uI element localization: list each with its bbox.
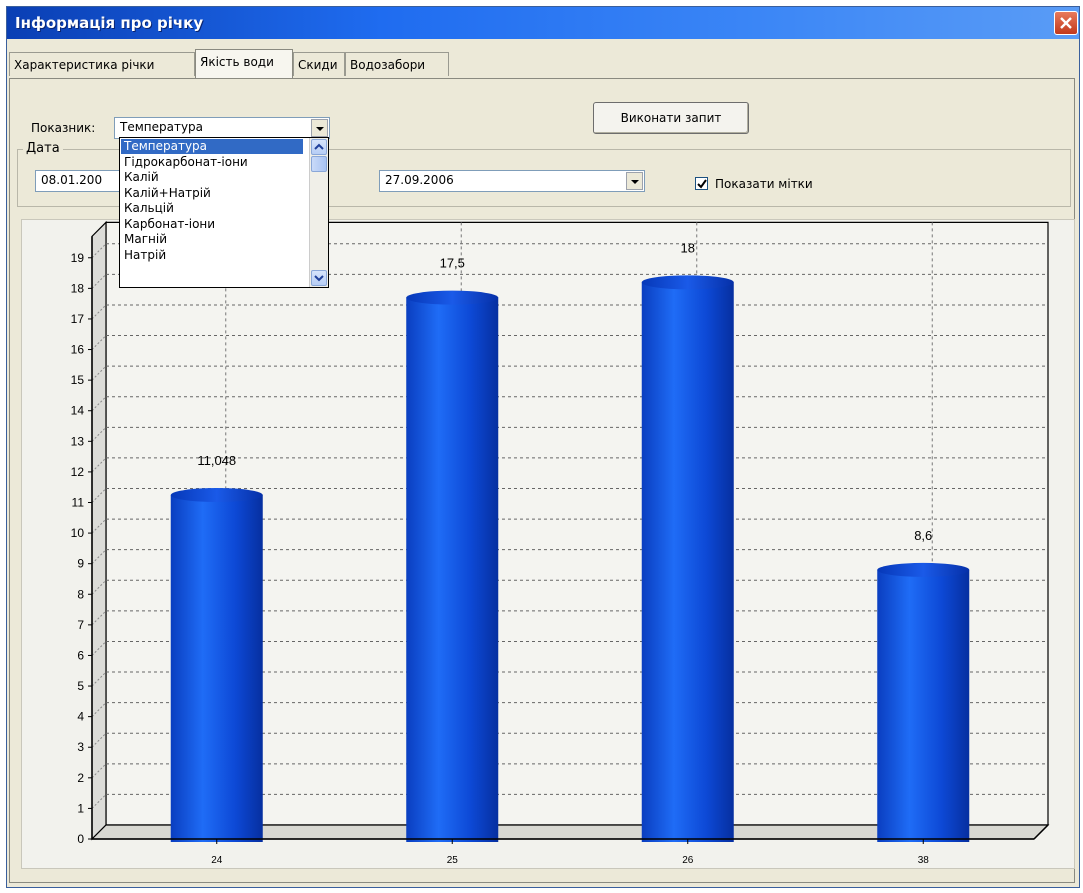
y-tick-label: 14 — [71, 404, 85, 418]
tab-river-characteristics[interactable]: Характеристика річки — [9, 52, 195, 76]
chevron-up-icon — [314, 143, 324, 150]
date-from-value: 08.01.200 — [41, 173, 103, 187]
data-label: 17,5 — [440, 256, 465, 271]
dropdown-option[interactable]: Гідрокарбонат-іони — [121, 155, 303, 170]
x-tick-label: 24 — [211, 855, 223, 866]
dropdown-option[interactable]: Магній — [121, 232, 303, 247]
date-from-picker[interactable]: 08.01.200 — [35, 170, 127, 192]
close-button[interactable] — [1054, 11, 1078, 35]
y-tick-label: 17 — [71, 312, 85, 326]
dropdown-scrollbar[interactable] — [309, 138, 328, 287]
chevron-down-icon — [314, 275, 324, 282]
bar-chart: 01234567891011121314151617181911,0482417… — [71, 220, 1050, 866]
tab-discharges[interactable]: Скиди — [293, 52, 345, 76]
show-labels-checkbox[interactable] — [695, 177, 708, 190]
indicator-label: Показник: — [31, 121, 96, 135]
show-labels-label[interactable]: Показати мітки — [715, 177, 813, 191]
y-tick-label: 6 — [77, 648, 84, 662]
y-tick-label: 3 — [77, 740, 84, 754]
chart-area: 0 1 2 3 4 5 6 7 8 9 10 11 12 13 14 15 16 17 18 19 11,048 24 17… — [21, 219, 1075, 869]
y-tick-label: 11 — [72, 495, 85, 509]
indicator-dropdown-list[interactable]: Температура Гідрокарбонат-іони Калій Калій+… — [119, 137, 329, 288]
tab-water-quality[interactable]: Якість води — [195, 49, 293, 78]
y-tick-label: 5 — [77, 679, 84, 693]
data-label: 11,048 — [197, 453, 236, 468]
tab-water-intakes[interactable]: Водозабори — [345, 52, 449, 76]
y-tick-label: 4 — [77, 710, 84, 724]
indicator-select-value: Температура — [120, 120, 204, 134]
bar[interactable] — [406, 297, 499, 842]
y-tick-label: 12 — [71, 465, 85, 479]
dropdown-option[interactable]: Калій+Натрій — [121, 186, 303, 201]
scroll-up-button[interactable] — [311, 139, 327, 155]
bar[interactable] — [877, 569, 970, 842]
date-to-value: 27.09.2006 — [385, 173, 454, 187]
dropdown-option[interactable]: Натрій — [121, 248, 303, 263]
bar[interactable] — [170, 495, 263, 842]
date-group-title: Дата — [23, 141, 63, 156]
bar-cap — [406, 290, 499, 305]
y-tick-label: 9 — [77, 557, 84, 571]
river-info-window: Інформація про річку Характеристика річк… — [6, 6, 1080, 888]
bar-cap — [877, 562, 970, 577]
bar-cap — [170, 488, 263, 503]
chevron-down-icon[interactable] — [626, 172, 643, 190]
data-label: 8,6 — [914, 528, 932, 543]
y-tick-label: 2 — [77, 771, 84, 785]
data-label: 18 — [681, 240, 695, 255]
y-tick-label: 7 — [77, 618, 84, 632]
execute-query-button[interactable]: Виконати запит — [593, 102, 749, 134]
bar[interactable] — [641, 282, 734, 843]
y-tick-label: 10 — [71, 526, 85, 540]
y-tick-label: 13 — [71, 434, 85, 448]
dropdown-option[interactable]: Температура — [121, 139, 303, 154]
checkmark-icon — [697, 179, 707, 189]
dropdown-option[interactable]: Калій — [121, 170, 303, 185]
scroll-thumb[interactable] — [311, 156, 327, 172]
scroll-down-button[interactable] — [311, 270, 327, 286]
chart-left-wall — [91, 220, 107, 841]
dropdown-option[interactable]: Кальцій — [121, 201, 303, 216]
x-tick-label: 25 — [447, 855, 459, 866]
close-icon — [1060, 17, 1072, 29]
y-tick-label: 0 — [77, 832, 84, 846]
y-tick-label: 1 — [77, 801, 84, 815]
x-tick-label: 26 — [682, 855, 694, 866]
x-tick-label: 38 — [918, 855, 930, 866]
y-tick-label: 18 — [71, 281, 85, 295]
y-tick-label: 19 — [71, 251, 85, 265]
title-bar[interactable]: Інформація про річку — [7, 7, 1079, 39]
bar-cap — [641, 275, 734, 290]
chevron-down-icon[interactable] — [311, 119, 328, 137]
date-to-picker[interactable]: 27.09.2006 — [379, 170, 645, 192]
y-tick-label: 16 — [71, 343, 85, 357]
window-title: Інформація про річку — [15, 14, 204, 32]
y-tick-label: 8 — [77, 587, 84, 601]
indicator-select[interactable]: Температура — [114, 117, 330, 139]
dropdown-option[interactable]: Карбонат-іони — [121, 217, 303, 232]
y-tick-label: 15 — [71, 373, 85, 387]
